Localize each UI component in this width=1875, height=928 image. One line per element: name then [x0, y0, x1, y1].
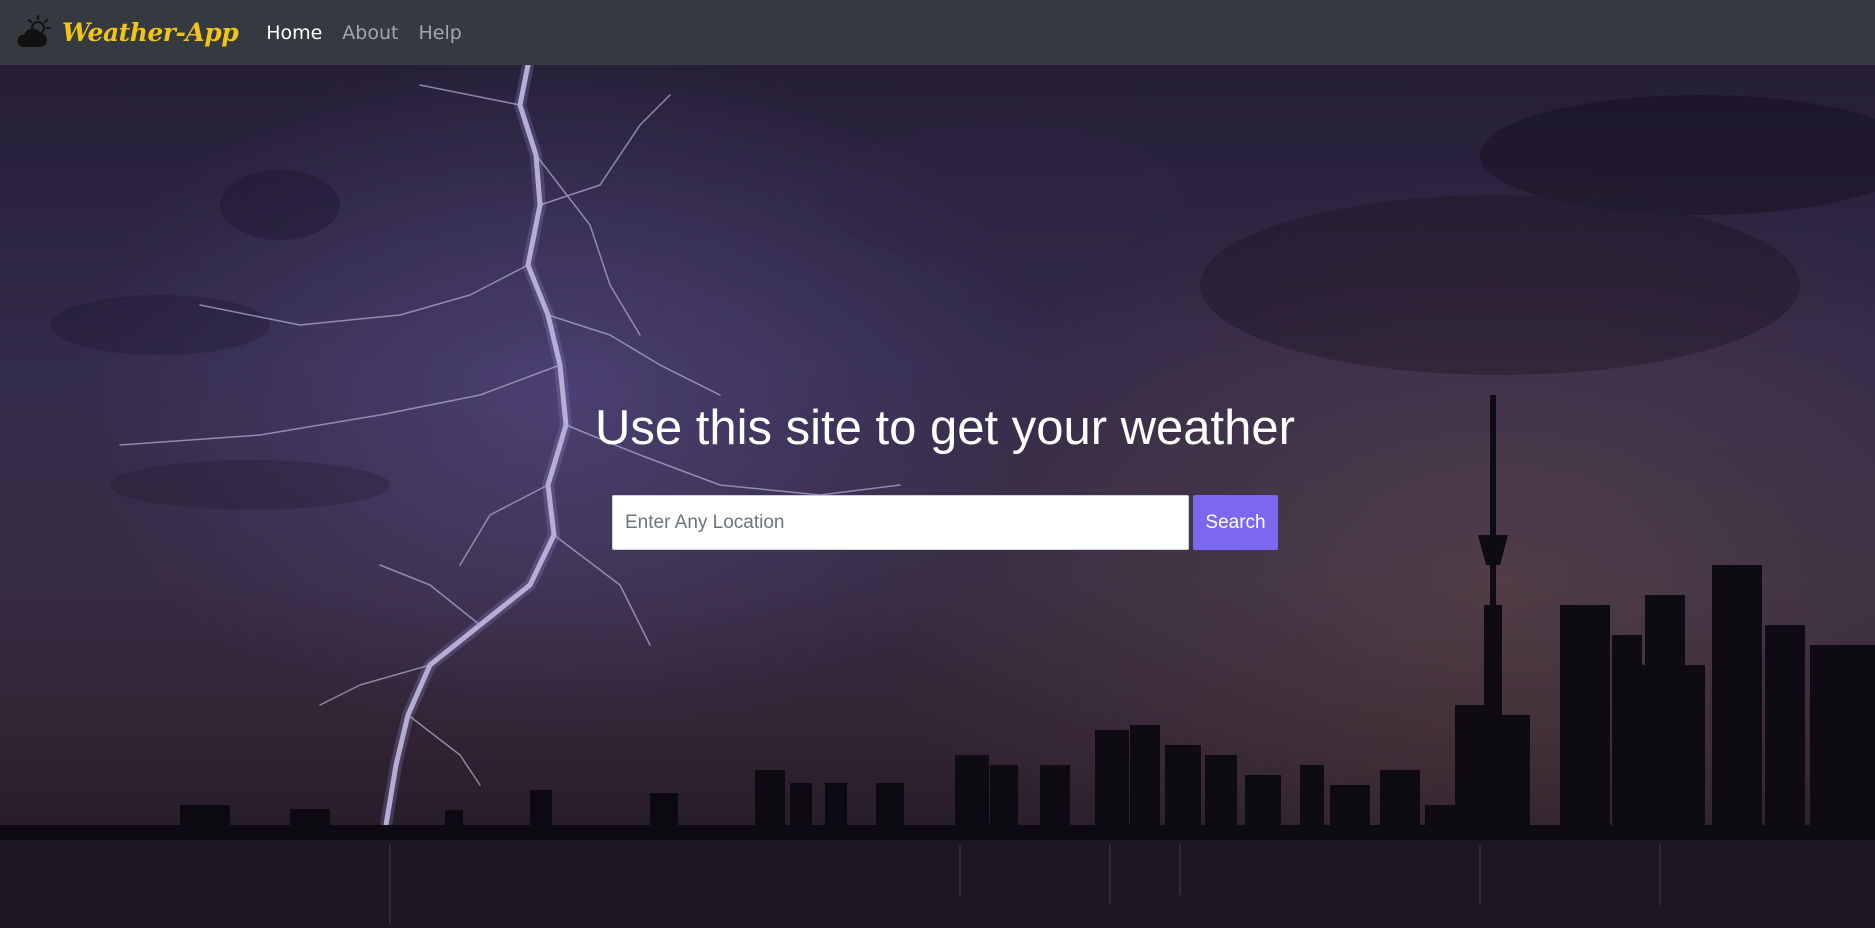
search-form: Search: [612, 495, 1278, 550]
hero-section: Use this site to get your weather Search: [0, 65, 1875, 928]
hero-headline: Use this site to get your weather: [595, 401, 1295, 455]
nav-help-link[interactable]: Help: [418, 22, 461, 44]
search-button[interactable]: Search: [1193, 495, 1278, 550]
location-search-input[interactable]: [612, 495, 1189, 550]
hero-content: Use this site to get your weather Search: [0, 65, 1875, 928]
navbar: Weather-App Home About Help: [0, 0, 1875, 65]
nav-about-link[interactable]: About: [342, 22, 398, 44]
brand-link[interactable]: Weather-App: [14, 13, 239, 53]
brand-name: Weather-App: [62, 18, 239, 47]
nav-home-link[interactable]: Home: [266, 22, 322, 44]
cloud-sun-icon: [14, 13, 54, 53]
